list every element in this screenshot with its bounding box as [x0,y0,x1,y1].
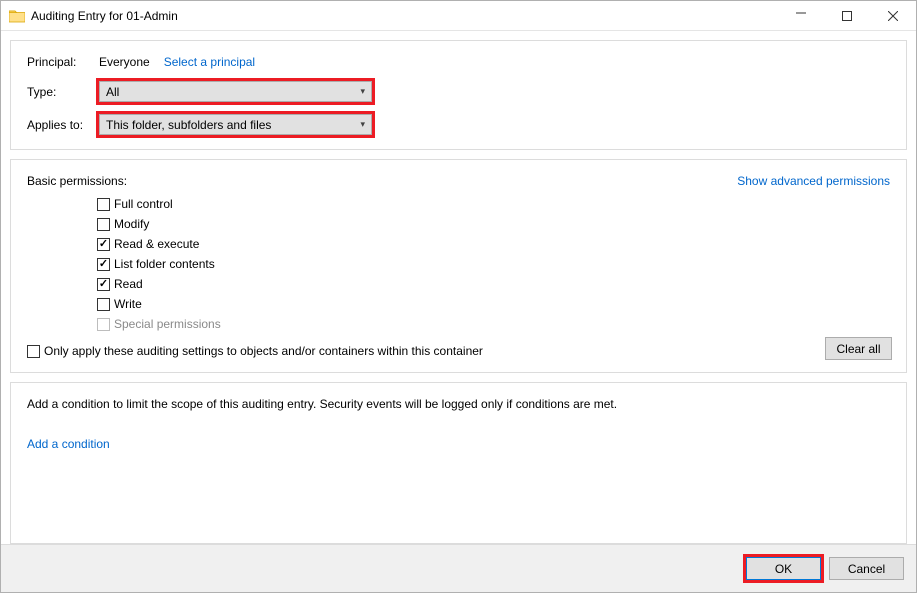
perm-read[interactable]: ✓ Read [97,274,890,294]
applies-to-row: Applies to: This folder, subfolders and … [27,114,890,135]
perm-label: Write [114,297,142,311]
checkbox-icon[interactable] [97,298,110,311]
clear-all-label: Clear all [836,342,880,356]
principal-value: Everyone [99,55,150,69]
cancel-button[interactable]: Cancel [829,557,904,580]
type-selected: All [106,85,119,99]
checkbox-disabled-icon [97,318,110,331]
title-bar: Auditing Entry for 01-Admin [1,1,916,31]
perm-special: Special permissions [97,314,890,334]
perm-read-execute[interactable]: ✓ Read & execute [97,234,890,254]
condition-text: Add a condition to limit the scope of th… [27,397,890,411]
applies-to-label: Applies to: [27,118,99,132]
principal-row: Principal: Everyone Select a principal [27,55,890,69]
only-apply-label: Only apply these auditing settings to ob… [44,344,483,358]
permissions-group: Show advanced permissions Basic permissi… [10,159,907,373]
minimize-button[interactable] [778,1,824,30]
chevron-down-icon: ▾ [360,86,365,97]
ok-label: OK [775,562,792,576]
condition-group: Add a condition to limit the scope of th… [10,382,907,544]
perm-label: List folder contents [114,257,215,271]
perm-list-folder[interactable]: ✓ List folder contents [97,254,890,274]
dialog-footer: OK Cancel [1,544,916,592]
checkbox-checked-icon[interactable]: ✓ [97,238,110,251]
checkbox-icon[interactable] [97,218,110,231]
perm-modify[interactable]: Modify [97,214,890,234]
type-label: Type: [27,85,99,99]
select-principal-link[interactable]: Select a principal [164,55,255,69]
add-condition-link[interactable]: Add a condition [27,437,110,451]
perm-label: Read & execute [114,237,199,251]
window-title: Auditing Entry for 01-Admin [31,9,778,23]
permissions-list: Full control Modify ✓ Read & execute ✓ L… [97,194,890,334]
checkbox-icon[interactable] [27,345,40,358]
perm-label: Read [114,277,143,291]
perm-label: Modify [114,217,149,231]
type-row: Type: All ▾ [27,81,890,102]
dialog-window: Auditing Entry for 01-Admin Principal: E… [0,0,917,593]
only-apply-row[interactable]: Only apply these auditing settings to ob… [27,344,890,358]
principal-group: Principal: Everyone Select a principal T… [10,40,907,150]
checkbox-checked-icon[interactable]: ✓ [97,258,110,271]
checkbox-icon[interactable] [97,198,110,211]
perm-label: Full control [114,197,173,211]
principal-label: Principal: [27,55,99,69]
window-controls [778,1,916,30]
ok-button[interactable]: OK [746,557,821,580]
clear-all-button[interactable]: Clear all [825,337,892,360]
content-area: Principal: Everyone Select a principal T… [1,31,916,544]
perm-label: Special permissions [114,317,221,331]
show-advanced-permissions-link[interactable]: Show advanced permissions [737,174,890,188]
close-button[interactable] [870,1,916,30]
cancel-label: Cancel [848,562,885,576]
applies-to-dropdown[interactable]: This folder, subfolders and files ▾ [99,114,372,135]
perm-full-control[interactable]: Full control [97,194,890,214]
maximize-button[interactable] [824,1,870,30]
perm-write[interactable]: Write [97,294,890,314]
chevron-down-icon: ▾ [360,119,365,130]
type-dropdown[interactable]: All ▾ [99,81,372,102]
applies-to-selected: This folder, subfolders and files [106,118,271,132]
folder-icon [9,9,25,23]
checkbox-checked-icon[interactable]: ✓ [97,278,110,291]
